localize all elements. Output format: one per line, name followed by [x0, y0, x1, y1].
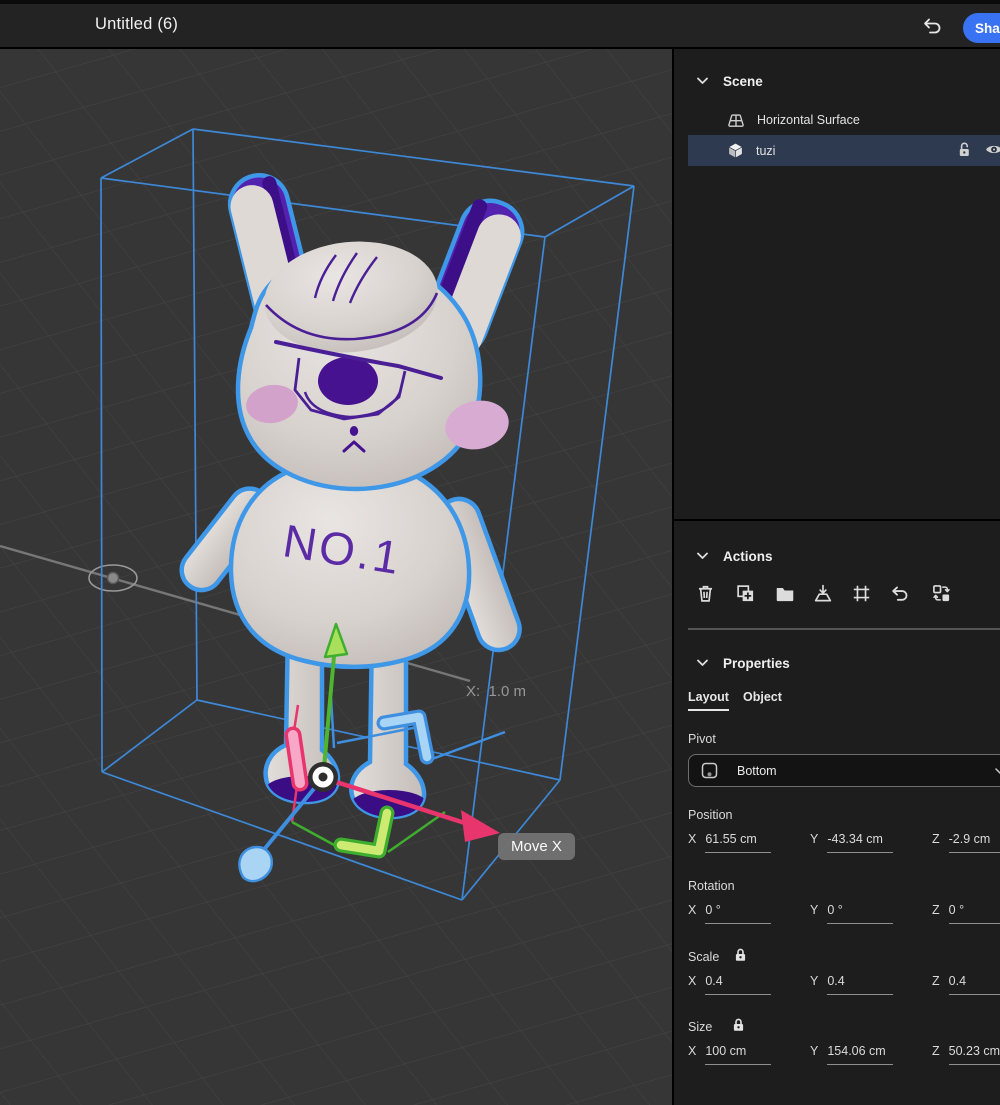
- scene-item-label: tuzi: [756, 144, 775, 158]
- import-icon: [813, 584, 833, 606]
- undo-icon: [920, 16, 944, 41]
- size-fields: X 100 cm Y 154.06 cm Z 50.23 cm: [674, 1044, 1000, 1068]
- undo-button[interactable]: [916, 12, 948, 44]
- scene-item-label: Horizontal Surface: [757, 113, 860, 127]
- actions-section-title: Actions: [723, 549, 773, 564]
- pivot-bottom-icon: [700, 761, 719, 780]
- trash-icon: [696, 584, 715, 606]
- pivot-value: Bottom: [737, 764, 777, 778]
- properties-section-title: Properties: [723, 656, 790, 671]
- scene-3d: NO.1: [0, 49, 672, 1105]
- scale-z-field[interactable]: Z 0.4: [932, 974, 1000, 995]
- frame-icon: [852, 584, 871, 606]
- side-panel: Scene Horizontal Surface tuzi: [672, 49, 1000, 1105]
- rotation-z-field[interactable]: Z 0 °: [932, 903, 1000, 924]
- rotation-z-input[interactable]: 0 °: [949, 903, 1000, 924]
- share-button[interactable]: Share: [963, 13, 1000, 43]
- pivot-dropdown[interactable]: Bottom: [688, 754, 1000, 787]
- frame-action-button[interactable]: [849, 583, 873, 607]
- chevron-down-icon: [697, 77, 708, 85]
- actions-section-header[interactable]: Actions: [697, 543, 773, 569]
- size-label: Size: [688, 1020, 712, 1034]
- replace-icon: [932, 584, 951, 606]
- delete-action-button[interactable]: [693, 583, 717, 607]
- scale-z-input[interactable]: 0.4: [949, 974, 1000, 995]
- import-action-button[interactable]: [811, 583, 835, 607]
- lock-icon: [731, 1017, 746, 1037]
- replace-action-button[interactable]: [929, 583, 953, 607]
- scene-item-tuzi[interactable]: tuzi: [688, 135, 1000, 166]
- position-fields: X 61.55 cm Y -43.34 cm Z -2.9 cm: [674, 832, 1000, 856]
- unlock-icon: [956, 141, 972, 161]
- rotation-x-field[interactable]: X 0 °: [688, 903, 771, 924]
- chevron-down-icon: [697, 552, 708, 560]
- rotation-y-input[interactable]: 0 °: [827, 903, 893, 924]
- pivot-label: Pivot: [688, 732, 716, 746]
- reset-action-button[interactable]: [887, 583, 911, 607]
- tab-layout[interactable]: Layout: [688, 690, 729, 711]
- position-x-input[interactable]: 61.55 cm: [705, 832, 771, 853]
- eye-iris: [318, 357, 378, 405]
- scale-label: Scale: [688, 950, 719, 964]
- scale-lock-button[interactable]: [733, 947, 748, 967]
- nose: [350, 426, 358, 436]
- folder-icon: [775, 585, 795, 605]
- document-title: Untitled (6): [95, 15, 178, 34]
- position-x-field[interactable]: X 61.55 cm: [688, 832, 771, 853]
- position-z-field[interactable]: Z -2.9 cm: [932, 832, 1000, 853]
- plane-xy-handle[interactable]: [293, 735, 300, 783]
- scene-item-horizontal-surface[interactable]: Horizontal Surface: [688, 107, 1000, 133]
- app-window: Untitled (6) Share: [0, 0, 1000, 1105]
- size-x-input[interactable]: 100 cm: [705, 1044, 771, 1065]
- size-z-input[interactable]: 50.23 cm: [949, 1044, 1000, 1065]
- scale-y-input[interactable]: 0.4: [827, 974, 893, 995]
- horizontal-surface-icon: [727, 113, 745, 127]
- rotation-x-input[interactable]: 0 °: [705, 903, 771, 924]
- scale-y-field[interactable]: Y 0.4: [810, 974, 893, 995]
- position-label: Position: [688, 808, 732, 822]
- visibility-toggle-button[interactable]: [985, 143, 1000, 159]
- size-lock-button[interactable]: [731, 1017, 746, 1037]
- reset-icon: [889, 585, 909, 605]
- properties-tabs: Layout Object: [688, 690, 782, 711]
- rotation-fields: X 0 ° Y 0 ° Z 0 °: [674, 903, 1000, 927]
- panel-divider: [674, 519, 1000, 521]
- position-z-input[interactable]: -2.9 cm: [949, 832, 1000, 853]
- gizmo-origin[interactable]: [308, 762, 338, 792]
- duplicate-action-button[interactable]: [733, 583, 757, 607]
- cube-icon: [727, 142, 744, 159]
- scene-section-header[interactable]: Scene: [697, 68, 763, 94]
- viewport-canvas[interactable]: NO.1: [0, 49, 672, 1105]
- size-y-input[interactable]: 154.06 cm: [827, 1044, 893, 1065]
- group-action-button[interactable]: [773, 583, 797, 607]
- scale-fields: X 0.4 Y 0.4 Z 0.4: [674, 974, 1000, 998]
- duplicate-icon: [736, 584, 755, 606]
- axis-distance-readout: X: 1.0 m: [466, 683, 526, 700]
- scale-x-field[interactable]: X 0.4: [688, 974, 771, 995]
- move-x-tooltip: Move X: [498, 833, 575, 860]
- properties-section-header[interactable]: Properties: [697, 650, 790, 676]
- eye-icon: [985, 143, 1000, 159]
- top-bar: Untitled (6) Share: [0, 0, 1000, 49]
- size-y-field[interactable]: Y 154.06 cm: [810, 1044, 893, 1065]
- position-y-input[interactable]: -43.34 cm: [827, 832, 893, 853]
- rotation-label: Rotation: [688, 879, 735, 893]
- scale-x-input[interactable]: 0.4: [705, 974, 771, 995]
- tab-object[interactable]: Object: [743, 690, 782, 711]
- chevron-down-icon: [995, 768, 1000, 775]
- chevron-down-icon: [697, 659, 708, 667]
- rotation-y-field[interactable]: Y 0 °: [810, 903, 893, 924]
- size-z-field[interactable]: Z 50.23 cm: [932, 1044, 1000, 1065]
- lock-toggle-button[interactable]: [956, 141, 972, 161]
- lock-icon: [733, 947, 748, 967]
- size-x-field[interactable]: X 100 cm: [688, 1044, 771, 1065]
- section-divider: [688, 628, 1000, 630]
- position-y-field[interactable]: Y -43.34 cm: [810, 832, 893, 853]
- scene-section-title: Scene: [723, 74, 763, 89]
